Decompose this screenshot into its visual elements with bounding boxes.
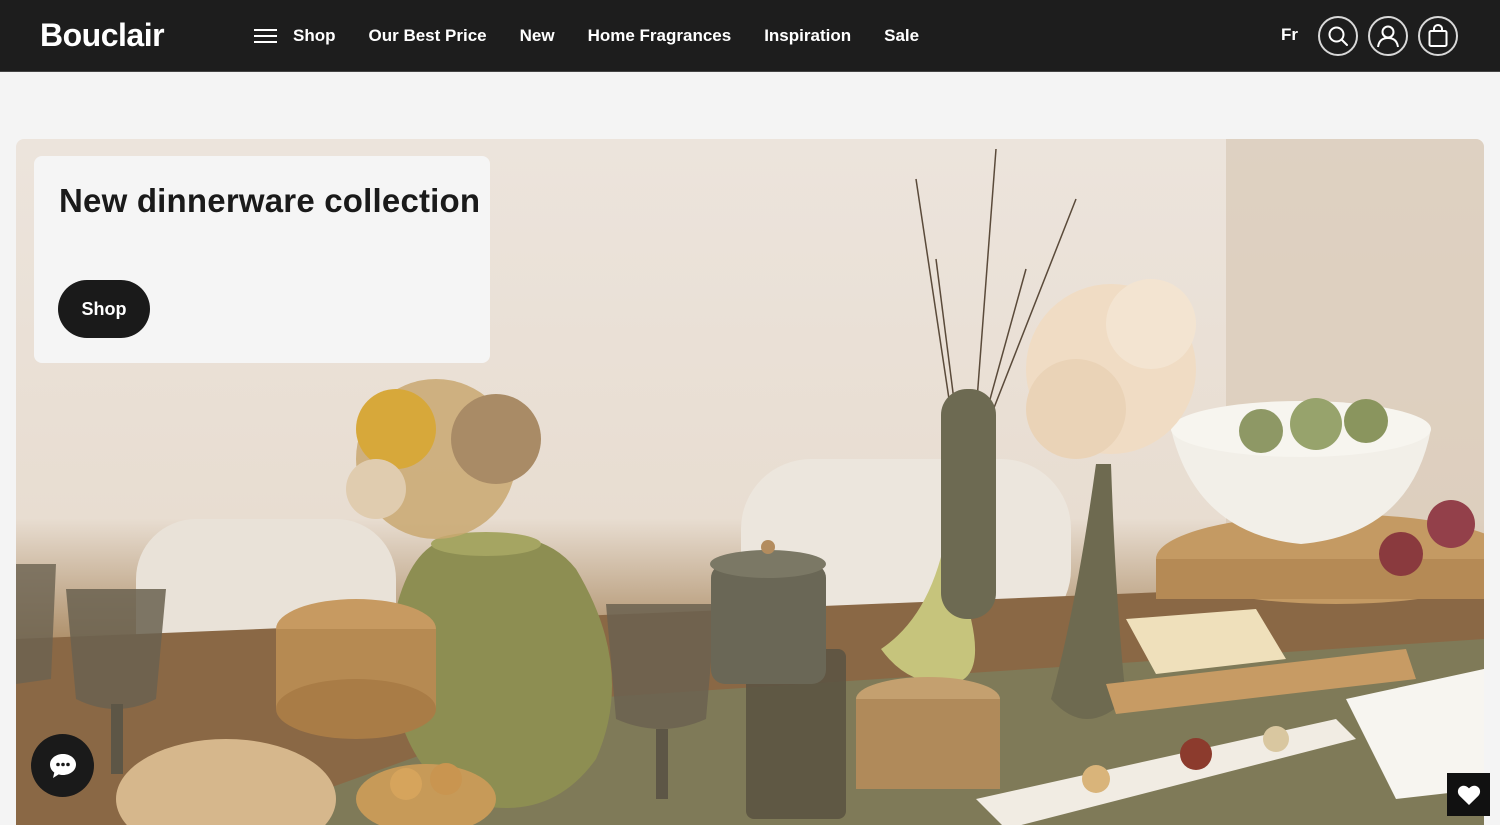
language-toggle[interactable]: Fr	[1281, 25, 1298, 45]
account-icon	[1377, 25, 1399, 48]
nav-sale[interactable]: Sale	[884, 26, 919, 46]
search-button[interactable]	[1318, 16, 1358, 56]
chat-button[interactable]	[31, 734, 94, 797]
nav-inspiration[interactable]: Inspiration	[764, 26, 851, 46]
main-nav: Shop Our Best Price New Home Fragrances …	[254, 0, 952, 72]
nav-best-price[interactable]: Our Best Price	[369, 26, 487, 46]
hamburger-menu-icon[interactable]	[254, 28, 277, 44]
hero-title: New dinnerware collection	[59, 182, 481, 219]
nav-shop[interactable]: Shop	[254, 26, 336, 46]
wishlist-button[interactable]	[1447, 773, 1490, 816]
heart-icon	[1457, 785, 1480, 805]
hero-promo-card: New dinnerware collection Shop	[34, 156, 490, 363]
site-logo[interactable]: Bouclair	[40, 17, 165, 54]
nav-home-fragrances[interactable]: Home Fragrances	[588, 26, 732, 46]
nav-new[interactable]: New	[520, 26, 555, 46]
chat-bubble-icon	[49, 753, 76, 778]
cart-button[interactable]	[1418, 16, 1458, 56]
nav-shop-label: Shop	[293, 26, 336, 45]
account-button[interactable]	[1368, 16, 1408, 56]
hero-shop-button[interactable]: Shop	[58, 280, 150, 338]
cart-icon	[1428, 24, 1448, 47]
site-header: Bouclair Shop Our Best Price New Home Fr…	[0, 0, 1500, 72]
search-icon	[1328, 26, 1348, 46]
